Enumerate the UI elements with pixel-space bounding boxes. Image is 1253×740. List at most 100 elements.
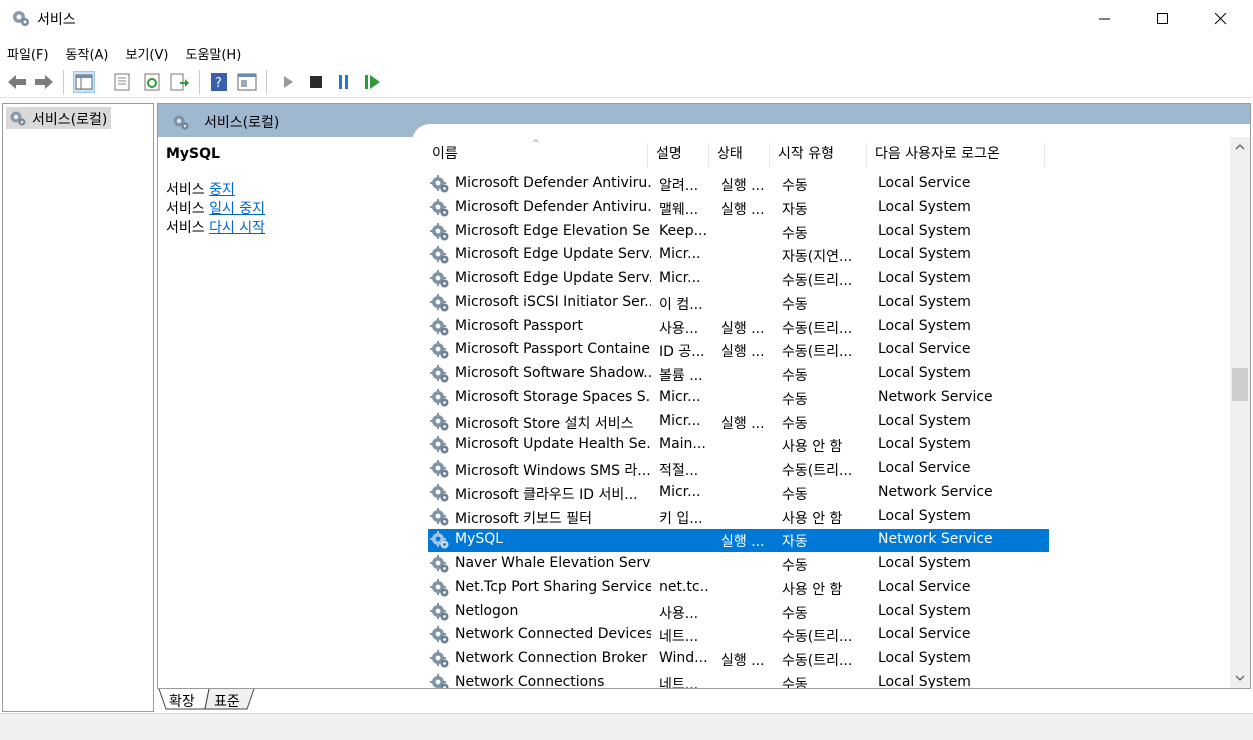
- pause-service-button[interactable]: [333, 71, 355, 93]
- table-row[interactable]: Network Connection Broker Wind... 실행 ... 수동…: [428, 648, 1049, 671]
- menu-view[interactable]: 보기(V): [119, 40, 177, 65]
- gear-icon: [430, 175, 449, 193]
- cell-startup-type: 수동(트리...: [782, 344, 853, 361]
- table-row[interactable]: Microsoft Store 설치 서비스 Micr... 실행 ... 수동 Loc…: [428, 411, 1049, 434]
- cell-name: Microsoft Software Shadow...: [455, 365, 651, 381]
- table-row[interactable]: Microsoft Passport Container ID 공... 실행 ..…: [428, 339, 1049, 362]
- cell-name: Microsoft Edge Elevation Se...: [455, 222, 651, 239]
- table-row[interactable]: Microsoft 클라우드 ID 서비... Micr... 수동 Network …: [428, 482, 1049, 505]
- column-header-log-on-as[interactable]: 다음 사용자로 로그온: [867, 143, 1045, 167]
- table-row[interactable]: Microsoft Edge Update Serv... Micr... 수동(트…: [428, 268, 1049, 291]
- cell-description: 맬웨...: [659, 201, 699, 218]
- cell-description: 볼륨 ...: [659, 368, 703, 384]
- cell-name: Microsoft Passport Container: [455, 341, 651, 358]
- table-row[interactable]: Microsoft Software Shadow... 볼륨 ... 수동 Loca…: [428, 363, 1049, 386]
- gear-icon: [430, 578, 449, 597]
- show-hide-console-tree-button[interactable]: [73, 71, 95, 93]
- stop-service-button[interactable]: [305, 71, 327, 93]
- cell-description: Micr...: [659, 412, 701, 429]
- cell-name: Microsoft Store 설치 서비스: [455, 415, 634, 432]
- refresh-button[interactable]: [141, 71, 163, 93]
- table-row[interactable]: Microsoft Windows SMS 라... 적절... 수동(트리... L…: [428, 458, 1049, 481]
- table-row[interactable]: Microsoft Defender Antiviru... 맬웨... 실행 ..…: [428, 197, 1049, 220]
- pause-service-link[interactable]: 일시 중지: [209, 201, 265, 217]
- gear-icon: [430, 412, 449, 430]
- table-row[interactable]: Microsoft 키보드 필터 키 입... 사용 안 함 Local System: [428, 506, 1049, 529]
- table-row[interactable]: Net.Tcp Port Sharing Service net.tc... 사용 …: [428, 577, 1049, 600]
- table-row[interactable]: Microsoft Edge Elevation Se... Keep... 수동 L…: [428, 221, 1049, 244]
- table-row-selected[interactable]: MySQL 실행 ... 자동 Network Service: [428, 529, 1049, 553]
- forward-button[interactable]: [33, 71, 55, 93]
- close-button[interactable]: [1192, 0, 1250, 38]
- cell-log-on-as: Network Service: [878, 388, 993, 405]
- services-gear-icon: [173, 115, 189, 130]
- scrollbar-thumb[interactable]: [1232, 368, 1248, 401]
- cell-startup-type: 수동: [782, 486, 808, 503]
- restart-service-link[interactable]: 다시 시작: [209, 220, 265, 236]
- start-service-icon: [284, 76, 293, 88]
- maximize-button[interactable]: [1134, 0, 1192, 38]
- table-row[interactable]: Naver Whale Elevation Serv... 수동 Local Sys…: [428, 553, 1049, 576]
- back-button[interactable]: [6, 71, 28, 93]
- view-tabs: 확장 표준: [157, 689, 557, 713]
- gear-icon: [430, 626, 449, 644]
- pause-service-icon: [339, 75, 348, 89]
- gear-icon: [430, 341, 449, 359]
- cell-startup-type: 수동(트리...: [782, 320, 853, 337]
- export-list-button[interactable]: [169, 71, 191, 93]
- column-header-description[interactable]: 설명: [648, 143, 709, 167]
- cell-description: net.tc...: [659, 578, 709, 595]
- properties-button[interactable]: [111, 71, 133, 93]
- tree-node-services-local[interactable]: 서비스(로컬): [6, 107, 112, 129]
- column-header-startup-type[interactable]: 시작 유형: [770, 143, 867, 167]
- column-header-status[interactable]: 상태: [709, 143, 770, 167]
- cell-status: 실행 ...: [721, 344, 765, 361]
- start-service-button[interactable]: [277, 71, 299, 93]
- table-row[interactable]: Network Connections 네트... 수동 Local System: [428, 672, 1049, 688]
- table-row[interactable]: Microsoft Passport 사용... 실행 ... 수동(트리... Loc…: [428, 316, 1049, 339]
- minimize-button[interactable]: [1076, 0, 1134, 38]
- cell-log-on-as: Local System: [878, 222, 971, 239]
- menu-action[interactable]: 동작(A): [59, 40, 117, 65]
- cell-startup-type: 사용 안 함: [782, 439, 843, 456]
- table-row[interactable]: Microsoft Update Health Se... Main... 사용 안…: [428, 434, 1049, 457]
- table-header: ^ 이름 설명 상태 시작 유형 다음 사용자로 로그온: [424, 137, 1230, 167]
- scroll-up-button[interactable]: [1230, 137, 1250, 157]
- tab-extended[interactable]: 확장: [169, 689, 195, 711]
- table-row[interactable]: Microsoft iSCSI Initiator Ser... 이 컴... 수동…: [428, 292, 1049, 315]
- cell-name: Microsoft Passport: [455, 317, 583, 334]
- help-button[interactable]: ?: [208, 71, 230, 93]
- table-row[interactable]: Network Connected Devices... 네트... 수동(트리..…: [428, 624, 1049, 647]
- toolbar: ?: [0, 66, 1253, 98]
- cell-log-on-as: Local System: [878, 365, 971, 381]
- scroll-down-button[interactable]: [1230, 668, 1250, 688]
- cell-name: Microsoft iSCSI Initiator Ser...: [455, 293, 651, 310]
- stop-service-link[interactable]: 중지: [209, 182, 235, 198]
- table-row[interactable]: Netlogon 사용... 수동 Local System: [428, 601, 1049, 624]
- view-button[interactable]: [236, 71, 258, 93]
- gear-icon: [430, 460, 449, 478]
- pane-header: 서비스(로컬): [158, 104, 1250, 144]
- restart-service-button[interactable]: [362, 71, 384, 93]
- stop-service-icon: [310, 76, 322, 88]
- cell-log-on-as: Local Service: [878, 578, 971, 595]
- gear-icon: [430, 270, 449, 288]
- cell-status: 실행 ...: [721, 534, 765, 551]
- menu-bar: 파일(F) 동작(A) 보기(V) 도움말(H): [0, 40, 1253, 65]
- cell-name: Microsoft Edge Update Serv...: [455, 246, 651, 263]
- tab-standard[interactable]: 표준: [214, 689, 240, 711]
- table-row[interactable]: Microsoft Edge Update Serv... Micr... 자동(지…: [428, 244, 1049, 267]
- vertical-scrollbar[interactable]: [1230, 137, 1250, 688]
- column-header-name[interactable]: ^ 이름: [424, 139, 648, 167]
- console-tree-pane: 서비스(로컬): [2, 103, 154, 712]
- table-row[interactable]: Microsoft Storage Spaces S... Micr... 수동 Ne…: [428, 387, 1049, 410]
- table-row[interactable]: Microsoft Defender Antiviru... 알려... 실행 ..…: [428, 173, 1049, 196]
- menu-file[interactable]: 파일(F): [0, 40, 57, 65]
- menu-help[interactable]: 도움말(H): [178, 40, 249, 65]
- cell-log-on-as: Local System: [878, 602, 971, 619]
- gear-icon: [430, 673, 449, 688]
- cell-name: MySQL: [455, 531, 504, 548]
- selected-service-name: MySQL: [166, 146, 220, 162]
- cell-description: 이 컴...: [659, 296, 703, 313]
- pane-title: 서비스(로컬): [204, 115, 280, 131]
